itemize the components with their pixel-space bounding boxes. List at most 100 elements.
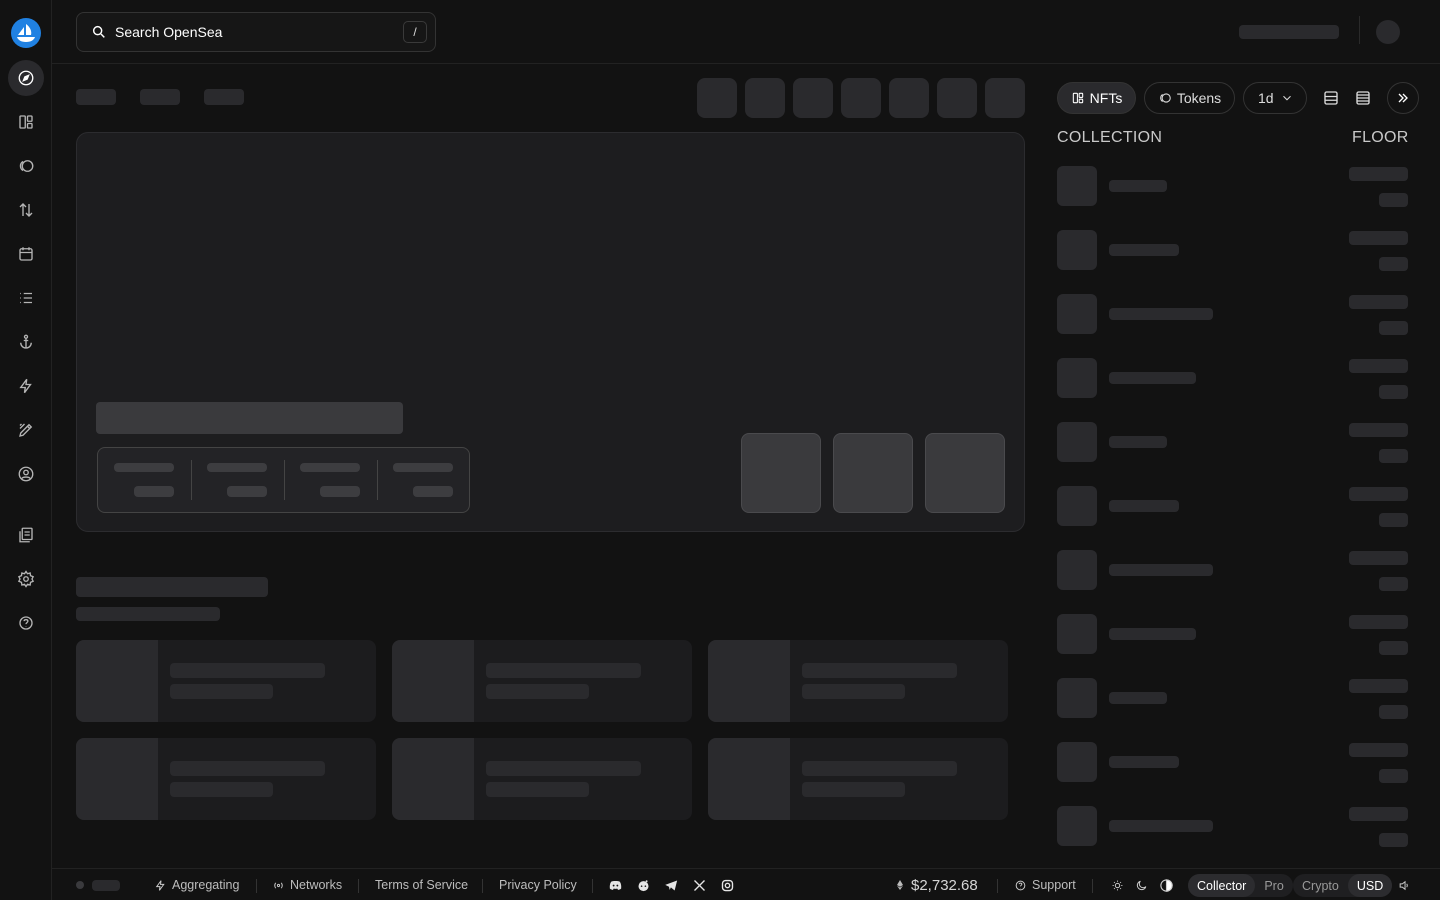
search-input[interactable]: Search OpenSea / [76, 12, 436, 52]
chain-filter-skeleton[interactable] [697, 78, 737, 118]
swap-icon [19, 203, 33, 217]
tokens-icon [1160, 93, 1171, 103]
floor-price-skeleton [1349, 807, 1408, 821]
hero-item-thumbnail[interactable] [833, 433, 913, 513]
discord-link[interactable] [608, 869, 623, 900]
sidebar-item-rewards[interactable] [8, 324, 44, 360]
status-skeleton [92, 880, 120, 891]
collection-avatar-skeleton [1057, 486, 1097, 526]
chain-filter-skeleton[interactable] [841, 78, 881, 118]
sidebar-item-resources[interactable] [8, 517, 44, 553]
sidebar-item-activity[interactable] [8, 280, 44, 316]
featured-hero-skeleton[interactable] [76, 132, 1025, 532]
collection-card-skeleton[interactable] [708, 640, 1008, 722]
mode-toggle[interactable]: Collector Pro [1188, 874, 1293, 897]
footer-divider [1092, 879, 1093, 893]
tab-nfts[interactable]: NFTs [1057, 82, 1136, 114]
collection-avatar-skeleton [1057, 678, 1097, 718]
sidebar-item-profile[interactable] [8, 456, 44, 492]
gear-icon [17, 570, 35, 588]
category-tab-skeleton[interactable] [76, 89, 116, 105]
sidebar-item-support[interactable] [8, 605, 44, 641]
mode-option-pro[interactable]: Pro [1255, 874, 1292, 897]
moon-icon [1136, 880, 1147, 890]
system-theme-button[interactable] [1159, 869, 1174, 900]
reddit-icon [638, 879, 649, 891]
tab-tokens[interactable]: Tokens [1144, 82, 1235, 114]
column-header-floor: FLOOR [1352, 129, 1409, 146]
floor-change-skeleton [1379, 577, 1408, 591]
collection-name-skeleton [1109, 372, 1196, 384]
sidebar-item-create[interactable] [8, 412, 44, 448]
instagram-link[interactable] [720, 869, 735, 900]
timeframe-value: 1d [1258, 90, 1274, 106]
floor-price-skeleton [1349, 551, 1408, 565]
chain-filter-skeleton[interactable] [985, 78, 1025, 118]
anchor-icon [20, 334, 32, 349]
privacy-link[interactable]: Privacy Policy [499, 869, 577, 900]
mode-option-collector[interactable]: Collector [1188, 874, 1256, 897]
chain-filter-skeleton[interactable] [937, 78, 977, 118]
card-subtitle-skeleton [170, 684, 273, 699]
reddit-link[interactable] [636, 869, 651, 900]
opensea-logo-icon [17, 24, 35, 42]
hero-item-thumbnail[interactable] [741, 433, 821, 513]
sidebar-item-swap[interactable] [8, 192, 44, 228]
stat-divider [377, 460, 378, 500]
support-link[interactable]: Support [1014, 869, 1076, 900]
footer-bar: Aggregating Networks Terms of Service Pr… [52, 868, 1440, 900]
currency-option-usd[interactable]: USD [1347, 874, 1393, 897]
broadcast-icon [274, 881, 283, 889]
collection-card-skeleton[interactable] [392, 640, 692, 722]
opensea-logo[interactable] [11, 18, 41, 48]
view-table-button[interactable] [1319, 86, 1343, 110]
networks-link[interactable]: Networks [272, 869, 342, 900]
view-list-button[interactable] [1351, 86, 1375, 110]
floor-change-skeleton [1379, 321, 1408, 335]
collection-card-skeleton[interactable] [708, 738, 1008, 820]
currency-toggle[interactable]: Crypto USD [1293, 874, 1393, 897]
collection-card-skeleton[interactable] [76, 738, 376, 820]
collection-card-skeleton[interactable] [392, 738, 692, 820]
sidebar-item-drops[interactable] [8, 236, 44, 272]
networks-label: Networks [290, 878, 343, 892]
collapse-panel-button[interactable] [1387, 82, 1419, 114]
collection-card-skeleton[interactable] [76, 640, 376, 722]
x-link[interactable] [692, 869, 707, 900]
category-tab-skeleton[interactable] [204, 89, 244, 105]
floor-price-skeleton [1349, 615, 1408, 629]
tab-nfts-label: NFTs [1089, 90, 1123, 106]
terms-label: Terms of Service [375, 878, 469, 892]
card-subtitle-skeleton [486, 782, 589, 797]
avatar[interactable] [1376, 20, 1400, 44]
stat-value-skeleton [413, 486, 453, 497]
chain-filter-skeleton[interactable] [889, 78, 929, 118]
hero-stats-skeleton [97, 447, 470, 513]
privacy-label: Privacy Policy [499, 878, 577, 892]
chain-filter-skeleton[interactable] [793, 78, 833, 118]
footer-divider [256, 879, 257, 893]
collection-avatar-skeleton [1057, 166, 1097, 206]
sound-toggle-button[interactable] [1398, 869, 1411, 900]
category-tab-skeleton[interactable] [140, 89, 180, 105]
chevron-down-icon [1283, 95, 1291, 101]
sidebar-item-tokens[interactable] [8, 148, 44, 184]
section-subtitle-skeleton [76, 607, 220, 621]
sidebar-item-collections[interactable] [8, 104, 44, 140]
sidebar-item-settings[interactable] [8, 561, 44, 597]
sidebar-item-studio[interactable] [8, 368, 44, 404]
dark-theme-button[interactable] [1135, 869, 1148, 900]
telegram-link[interactable] [664, 869, 679, 900]
floor-change-skeleton [1379, 385, 1408, 399]
column-header-collection: COLLECTION [1057, 129, 1163, 146]
hero-item-thumbnail[interactable] [925, 433, 1005, 513]
x-icon [694, 879, 705, 891]
currency-option-crypto[interactable]: Crypto [1293, 874, 1348, 897]
sidebar-item-discover[interactable] [8, 60, 44, 96]
chain-filter-skeleton[interactable] [745, 78, 785, 118]
aggregating-link[interactable]: Aggregating [154, 869, 239, 900]
eth-price-value: $2,732.68 [911, 876, 978, 894]
timeframe-select[interactable]: 1d [1243, 82, 1307, 114]
light-theme-button[interactable] [1111, 869, 1124, 900]
terms-link[interactable]: Terms of Service [375, 869, 468, 900]
